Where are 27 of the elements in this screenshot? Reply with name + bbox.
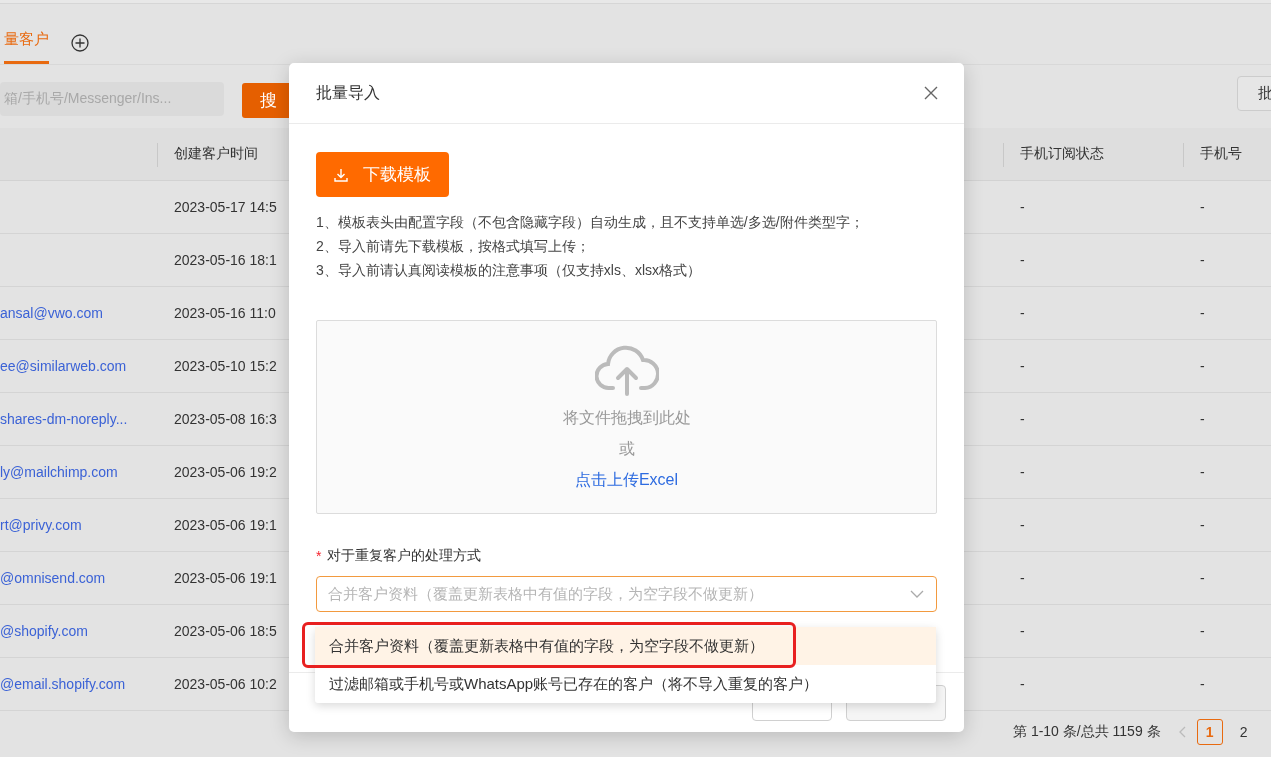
table-cell: - (1003, 340, 1183, 393)
column-header: 手机号 (1183, 128, 1271, 181)
table-cell: - (1003, 499, 1183, 552)
table-cell: - (1183, 181, 1271, 234)
table-cell: - (1183, 393, 1271, 446)
table-cell: - (1183, 605, 1271, 658)
table-cell: - (1003, 393, 1183, 446)
table-cell: - (1003, 234, 1183, 287)
table-cell: - (1003, 552, 1183, 605)
instruction-text: 1、模板表头由配置字段（不包含隐藏字段）自动生成，且不支持单选/多选/附件类型字； (316, 214, 865, 232)
table-cell: - (1183, 234, 1271, 287)
table-cell: - (1183, 658, 1271, 711)
table-cell: - (1183, 446, 1271, 499)
instruction-text: 2、导入前请先下载模板，按格式填写上传； (316, 238, 591, 256)
table-cell: - (1003, 287, 1183, 340)
table-cell: - (1003, 658, 1183, 711)
pagination-summary: 第 1-10 条/总共 1159 条 (1013, 723, 1161, 741)
table-cell: - (1183, 287, 1271, 340)
table-cell: - (1183, 552, 1271, 605)
table-cell: - (1183, 340, 1271, 393)
dropzone-hint: 将文件拖拽到此处 (562, 407, 691, 428)
table-cell: - (1003, 446, 1183, 499)
table-cell: - (1003, 181, 1183, 234)
table-cell: - (1003, 605, 1183, 658)
instruction-text: 3、导入前请认真阅读模板的注意事项（仅支持xls、xlsx格式） (316, 262, 702, 280)
column-header: 手机订阅状态 (1003, 128, 1183, 181)
table-cell: - (1183, 499, 1271, 552)
